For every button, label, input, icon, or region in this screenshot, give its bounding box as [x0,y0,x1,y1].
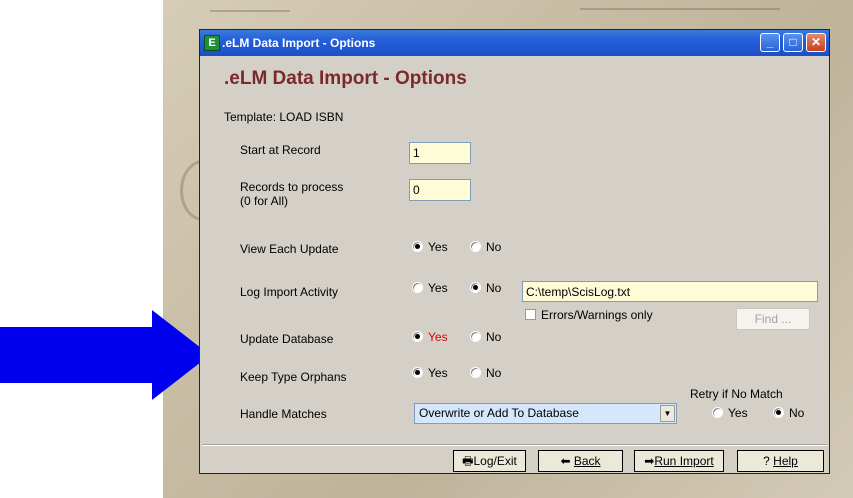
log-import-yes-radio[interactable]: Yes [412,281,448,295]
arrow-right-icon: ➡ [644,454,655,468]
update-database-yes-radio[interactable]: Yes [412,330,448,344]
handle-matches-select[interactable]: Overwrite or Add To Database ▼ [414,403,677,424]
help-icon: ? [763,454,774,468]
button-bar: 🖶Log/Exit ⬅ Back ➡Run Import ? Help [202,445,827,473]
errors-only-checkbox[interactable]: Errors/Warnings only [525,308,653,322]
radio-icon [412,282,423,293]
radio-icon [470,331,481,342]
radio-selected-icon [412,241,423,252]
radio-selected-icon [773,407,784,418]
start-at-record-input[interactable] [409,142,471,164]
radio-icon [470,241,481,252]
background-decoration [580,8,780,10]
chevron-down-icon[interactable]: ▼ [660,405,675,422]
records-to-process-input[interactable] [409,179,471,201]
records-to-process-hint: (0 for All) [240,194,289,208]
radio-icon [470,367,481,378]
update-database-label: Update Database [240,332,334,346]
close-button[interactable]: ✕ [806,33,826,52]
arrow-left-icon: ⬅ [560,454,574,468]
radio-icon [712,407,723,418]
start-at-record-label: Start at Record [240,143,321,157]
run-import-button[interactable]: ➡Run Import [634,450,724,472]
app-icon: E [204,35,220,51]
records-to-process-label: Records to process [240,180,344,194]
template-label: Template: LOAD ISBN [224,110,344,124]
radio-selected-icon [412,331,423,342]
help-button[interactable]: ? Help [737,450,824,472]
arrow-right-icon [0,310,210,400]
page-title: .eLM Data Import - Options [224,68,467,89]
log-import-activity-label: Log Import Activity [240,285,339,299]
update-database-no-radio[interactable]: No [470,330,501,344]
keep-orphans-no-radio[interactable]: No [470,366,501,380]
view-each-update-yes-radio[interactable]: Yes [412,240,448,254]
printer-icon: 🖶 [462,454,474,468]
retry-if-no-match-label: Retry if No Match [690,387,783,401]
handle-matches-label: Handle Matches [240,407,327,421]
log-exit-button[interactable]: 🖶Log/Exit [453,450,526,472]
background-decoration [210,10,290,12]
radio-selected-icon [412,367,423,378]
title-bar[interactable]: E .eLM Data Import - Options _ □ ✕ [200,30,829,56]
log-import-no-radio[interactable]: No [470,281,501,295]
view-each-update-no-radio[interactable]: No [470,240,501,254]
checkbox-icon [525,309,536,320]
radio-selected-icon [470,282,481,293]
back-button[interactable]: ⬅ Back [538,450,623,472]
find-button[interactable]: Find ... [736,308,810,330]
keep-orphans-yes-radio[interactable]: Yes [412,366,448,380]
minimize-button[interactable]: _ [760,33,780,52]
keep-type-orphans-label: Keep Type Orphans [240,370,347,384]
retry-no-radio[interactable]: No [773,406,804,420]
handle-matches-value: Overwrite or Add To Database [419,406,579,420]
view-each-update-label: View Each Update [240,242,339,256]
maximize-button[interactable]: □ [783,33,803,52]
retry-yes-radio[interactable]: Yes [712,406,748,420]
options-dialog: E .eLM Data Import - Options _ □ ✕ .eLM … [199,29,830,474]
log-file-path-input[interactable] [522,281,818,302]
window-title: .eLM Data Import - Options [222,36,376,50]
